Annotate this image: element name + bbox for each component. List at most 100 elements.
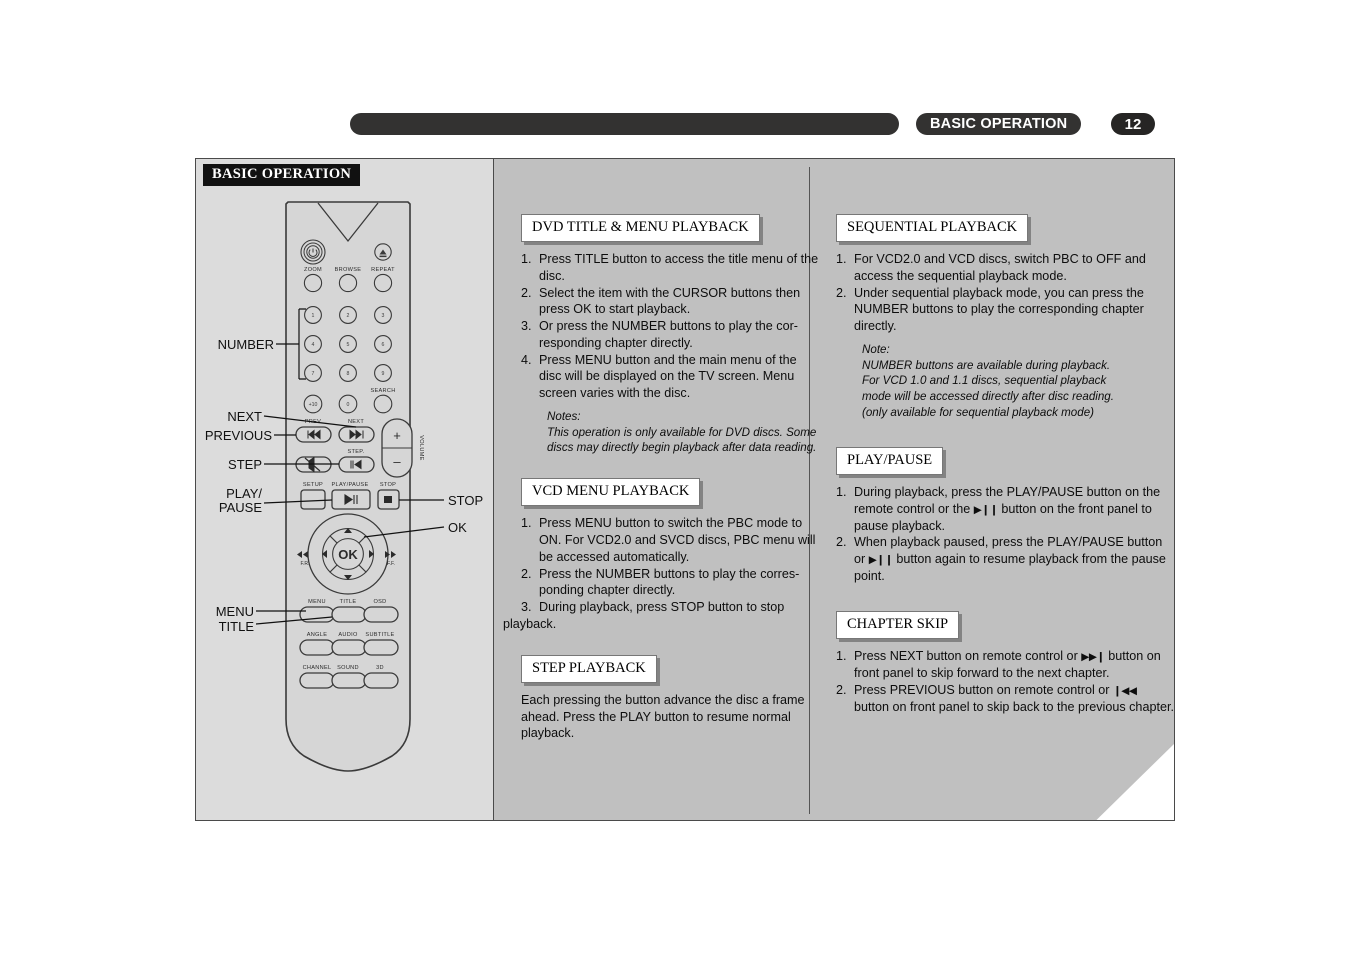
- callout-next: NEXT: [227, 409, 262, 424]
- volume-up-label: +: [393, 428, 401, 443]
- angle-button-label: ANGLE: [307, 632, 327, 638]
- play-pause-glyph-icon: ▶❙❙: [973, 503, 999, 516]
- next-button[interactable]: [338, 426, 375, 443]
- step-playback-heading: STEP PLAYBACK: [521, 654, 657, 683]
- next-skip-glyph-icon: ▶▶❙: [1081, 651, 1105, 664]
- search-button-label: SEARCH: [370, 388, 395, 394]
- number-label-7: 7: [312, 371, 315, 377]
- zoom-button[interactable]: [303, 273, 323, 293]
- header-rule-bar: [350, 113, 899, 135]
- step-number: 2.: [836, 285, 847, 300]
- next-button-label: NEXT: [348, 419, 364, 425]
- list-item: 3. During playback, press STOP button to …: [521, 599, 821, 616]
- step-number: 2.: [521, 285, 532, 300]
- eject-button[interactable]: [374, 243, 392, 261]
- repeat-button[interactable]: [373, 273, 393, 293]
- step-text-b: button on front panel to skip back to th…: [854, 699, 1174, 714]
- browse-button[interactable]: [338, 273, 358, 293]
- list-item: 1. Press MENU button to switch the PBC mo…: [521, 515, 821, 565]
- subtitle-button-label: SUBTITLE: [365, 632, 394, 638]
- step-text: Select the item with the CURSOR buttons …: [539, 285, 801, 317]
- osd-button[interactable]: [363, 606, 399, 623]
- channel-button-label: CHANNEL: [303, 665, 332, 671]
- play-pause-section: PLAY/PAUSE 1. During playback, press the…: [836, 446, 1174, 585]
- step-button-label: STEP.: [348, 449, 365, 455]
- step-number: 2.: [521, 566, 532, 581]
- power-button[interactable]: [300, 239, 326, 265]
- channel-button[interactable]: [299, 672, 335, 689]
- note-text: This operation is only available for DVD…: [547, 425, 817, 455]
- audio-button-label: AUDIO: [338, 632, 358, 638]
- list-item: 2. Press PREVIOUS button on remote contr…: [836, 682, 1174, 716]
- number-label-8: 8: [347, 371, 350, 377]
- angle-button[interactable]: [299, 639, 335, 656]
- cursor-pad[interactable]: OK: [307, 513, 389, 595]
- callout-menu: MENU: [216, 604, 254, 619]
- list-item: 1. During playback, press the PLAY/PAUSE…: [836, 484, 1174, 534]
- dvd-title-menu-note: Notes: This operation is only available …: [547, 409, 821, 456]
- setup-button[interactable]: [300, 489, 326, 510]
- play-pause-steps: 1. During playback, press the PLAY/PAUSE…: [836, 484, 1174, 585]
- sequential-playback-heading: SEQUENTIAL PLAYBACK: [836, 214, 1029, 243]
- menu-button-label: MENU: [308, 599, 326, 605]
- list-item: 2. When playback paused, press the PLAY/…: [836, 534, 1174, 584]
- step-number: 3.: [521, 319, 532, 334]
- page-number-badge: 12: [1111, 113, 1155, 135]
- chapter-skip-heading: CHAPTER SKIP: [836, 610, 960, 640]
- subtitle-button[interactable]: [363, 639, 399, 656]
- step-text: Or press the NUMBER buttons to play the …: [539, 319, 798, 350]
- step-text: Press TITLE button to access the title m…: [539, 252, 819, 284]
- note-line: For VCD 1.0 and 1.1 discs, sequential pl…: [862, 374, 1107, 388]
- list-item: 2. Select the item with the CURSOR button…: [521, 285, 821, 318]
- browse-button-label: BROWSE: [335, 267, 362, 273]
- sequential-playback-section: SEQUENTIAL PLAYBACK 1. For VCD2.0 and VCD…: [836, 214, 1174, 421]
- step-playback-section: STEP PLAYBACK Each pressing the button a…: [521, 654, 821, 742]
- step-button[interactable]: [338, 456, 375, 473]
- number-keypad[interactable]: 1 2 3 4 5 6 7 8 9: [304, 306, 392, 382]
- play-pause-button[interactable]: [331, 489, 371, 510]
- right-column: SEQUENTIAL PLAYBACK 1. For VCD2.0 and VCD…: [836, 159, 1174, 716]
- threed-button[interactable]: [363, 672, 399, 689]
- header-title: BASIC OPERATION: [916, 113, 1082, 135]
- title-button[interactable]: [331, 606, 367, 623]
- remote-control-diagram: ZOOM BROWSE REPEAT 1 2 3 4 5 6 7 8 9 SEA…: [196, 159, 494, 822]
- fast-rewind-label: F.R.: [301, 561, 310, 567]
- step-text: Press MENU button to switch the PBC mode…: [539, 516, 816, 564]
- sequential-playback-steps: 1. For VCD2.0 and VCD discs, switch PBC t…: [836, 251, 1174, 335]
- content-panel: BASIC OPERATION ZOOM BROWSE REPEAT 1 2 3…: [195, 158, 1175, 821]
- prev-button[interactable]: [295, 426, 332, 443]
- step-text-a: Press NEXT button on remote control or: [854, 649, 1078, 664]
- step-number: 1.: [836, 649, 847, 664]
- audio-button[interactable]: [331, 639, 367, 656]
- chapter-skip-section: CHAPTER SKIP 1. Press NEXT button on rem…: [836, 610, 1174, 716]
- threed-button-label: 3D: [376, 665, 384, 671]
- list-item: 3. Or press the NUMBER buttons to play th…: [521, 318, 821, 351]
- sound-button[interactable]: [331, 672, 367, 689]
- osd-button-label: OSD: [373, 599, 386, 605]
- vcd-menu-step3-wrap: playback.: [503, 616, 557, 631]
- step-text-a: Press PREVIOUS button on remote control …: [854, 682, 1110, 697]
- number-label-6: 6: [382, 342, 385, 348]
- step-text: During playback, press STOP button to st…: [539, 600, 785, 615]
- number-label-2: 2: [347, 313, 350, 319]
- volume-rocker[interactable]: + –: [381, 418, 413, 478]
- number-label-0: 0: [347, 402, 350, 408]
- list-item: 2. Press the NUMBER buttons to play the c…: [521, 566, 821, 599]
- vcd-menu-steps: 1. Press MENU button to switch the PBC mo…: [521, 515, 821, 615]
- stop-button[interactable]: [377, 489, 400, 510]
- step-number: 1.: [521, 252, 532, 267]
- step-number: 1.: [521, 516, 532, 531]
- callout-ok: OK: [448, 520, 467, 535]
- repeat-button-label: REPEAT: [371, 267, 395, 273]
- list-item: 1. Press NEXT button on remote control o…: [836, 648, 1174, 682]
- note-label: Notes:: [547, 409, 581, 423]
- search-button[interactable]: [373, 394, 393, 414]
- step-number: 1.: [836, 252, 847, 267]
- sequential-playback-note: Note: NUMBER buttons are available durin…: [862, 342, 1174, 421]
- list-item: 4. Press MENU button and the main menu of…: [521, 352, 821, 402]
- step-number: 2.: [836, 535, 847, 550]
- callout-previous: PREVIOUS: [205, 428, 273, 443]
- remote-diagram-panel: BASIC OPERATION ZOOM BROWSE REPEAT 1 2 3…: [196, 159, 494, 820]
- list-item: 1. Press TITLE button to access the title…: [521, 251, 821, 284]
- dvd-title-menu-heading: DVD TITLE & MENU PLAYBACK: [521, 214, 760, 243]
